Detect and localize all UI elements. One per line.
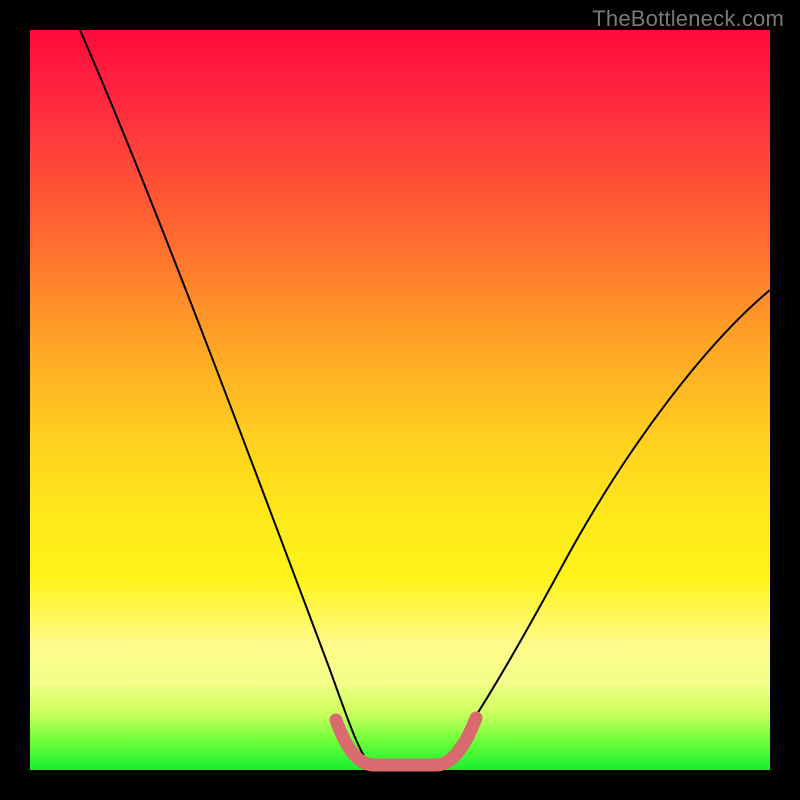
bottleneck-curve (80, 30, 770, 765)
plot-area (30, 30, 770, 770)
chart-frame: TheBottleneck.com (0, 0, 800, 800)
curve-svg (30, 30, 770, 770)
watermark-text: TheBottleneck.com (592, 6, 784, 32)
